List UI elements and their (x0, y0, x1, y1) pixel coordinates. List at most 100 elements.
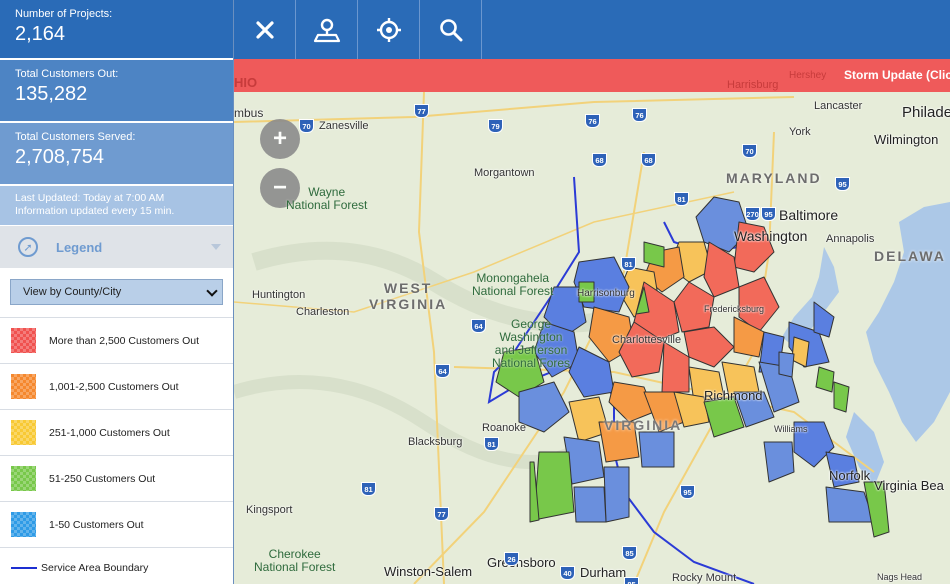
place-morgantown: Morgantown (474, 167, 535, 179)
highway-shield-icon: 81 (674, 192, 689, 206)
map-canvas (234, 92, 950, 584)
search-button[interactable] (420, 0, 482, 59)
place-charlottesville: Charlottesville (612, 334, 682, 346)
highway-shield-icon: 26 (504, 552, 519, 566)
stat-customers-out-label: Total Customers Out: (15, 68, 119, 80)
my-location-button[interactable] (358, 0, 420, 59)
last-updated-text: Last Updated: Today at 7:00 AM (15, 192, 165, 204)
close-icon (255, 20, 274, 39)
compass-icon: ➚ (18, 237, 38, 257)
place-huntington: Huntington (252, 289, 306, 301)
place-williamsburg: Williams (774, 424, 808, 434)
legend-swatch-icon (11, 420, 36, 445)
highway-shield-icon: 76 (632, 108, 647, 122)
boundary-label: Service Area Boundary (41, 562, 149, 574)
place-baltimore: Baltimore (779, 207, 839, 223)
highway-shield-icon: 68 (641, 153, 656, 167)
place-roanoke: Roanoke (482, 422, 527, 434)
forest-gw: George Washington and Jefferson National Fo… (492, 317, 571, 370)
banner-ghost-left: HIO (234, 75, 258, 90)
place-richmond: Richmond (704, 388, 763, 403)
last-updated: Last Updated: Today at 7:00 AM Informati… (0, 186, 233, 226)
highway-shield-icon: 70 (742, 144, 757, 158)
sidebar: Number of Projects: 2,164 Total Customer… (0, 0, 234, 584)
place-zanesville: Zanesville (319, 120, 369, 132)
highway-shield-icon: 95 (680, 485, 695, 499)
highway-shield-icon: 40 (560, 566, 575, 580)
view-by-select[interactable]: View by County/City (10, 279, 223, 305)
crosshair-icon (376, 17, 401, 42)
place-charleston: Charleston (296, 306, 350, 318)
highway-shield-icon: 64 (471, 319, 486, 333)
place-cherokee: Cherokee National Forest (254, 547, 336, 574)
place-norfolk: Norfolk (829, 468, 871, 483)
stat-customers-out: Total Customers Out: 135,282 (0, 60, 233, 123)
storm-update-banner[interactable]: HIO Hershey Harrisburg Storm Update (Cli… (234, 59, 950, 92)
locate-address-button[interactable] (296, 0, 358, 59)
highway-shield-icon: 270 (745, 207, 760, 221)
legend-swatch-icon (11, 466, 36, 491)
legend-item: 1-50 Customers Out (0, 502, 233, 548)
close-button[interactable] (234, 0, 296, 59)
highway-shield-icon: 68 (592, 153, 607, 167)
legend-list: More than 2,500 Customers Out 1,001-2,500… (0, 318, 233, 548)
chevron-down-icon (206, 285, 218, 297)
search-icon (439, 18, 462, 41)
place-fredericksburg: Fredericksburg (704, 304, 765, 314)
legend-item-label: More than 2,500 Customers Out (49, 334, 199, 347)
legend-item-label: 1,001-2,500 Customers Out (49, 380, 179, 393)
legend-item-label: 1-50 Customers Out (49, 518, 144, 531)
place-nags-head: Nags Head (877, 572, 923, 582)
forest-monongahela: Monongahela National Forest (472, 271, 554, 298)
place-washington: Washington (734, 228, 808, 244)
legend-swatch-icon (11, 512, 36, 537)
legend-boundary: Service Area Boundary (0, 548, 233, 584)
legend-item-label: 251-1,000 Customers Out (49, 426, 170, 439)
stat-customers-out-value: 135,282 (15, 83, 88, 105)
legend-swatch-icon (11, 328, 36, 353)
place-annapolis: Annapolis (826, 233, 875, 245)
place-kingsport: Kingsport (246, 504, 293, 516)
highway-shield-icon: 85 (624, 577, 639, 584)
stat-projects-value: 2,164 (15, 23, 66, 45)
view-by-select-value: View by County/City (23, 286, 122, 298)
legend-item: 251-1,000 Customers Out (0, 410, 233, 456)
stat-projects: Number of Projects: 2,164 (0, 0, 233, 60)
place-york: York (789, 126, 811, 138)
place-greensboro: Greensboro (487, 555, 556, 570)
legend-header[interactable]: ➚ Legend (0, 226, 233, 268)
legend-item: 1,001-2,500 Customers Out (0, 364, 233, 410)
state-label-wv: WEST VIRGINIA (369, 280, 448, 312)
place-blacksburg: Blacksburg (408, 436, 463, 448)
update-frequency-text: Information updated every 15 min. (15, 205, 175, 217)
place-columbus: mbus (234, 106, 264, 120)
top-toolbar (234, 0, 950, 59)
stat-customers-served: Total Customers Served: 2,708,754 (0, 123, 233, 186)
place-durham: Durham (580, 565, 627, 580)
boundary-line-icon (11, 567, 37, 569)
caret-down-icon (211, 244, 221, 250)
zoom-in-button[interactable]: + (260, 119, 300, 159)
place-wilmington: Wilmington (874, 132, 939, 147)
highway-shield-icon: 81 (621, 257, 636, 271)
place-rocky-mount: Rocky Mount (672, 572, 737, 584)
stat-customers-served-label: Total Customers Served: (15, 131, 136, 143)
place-virginia-beach: Virginia Bea (874, 478, 944, 493)
highway-shield-icon: 81 (484, 437, 499, 451)
legend-item: More than 2,500 Customers Out (0, 318, 233, 364)
highway-shield-icon: 77 (434, 507, 449, 521)
banner-ghost-b: Harrisburg (727, 79, 779, 91)
legend-swatch-icon (11, 374, 36, 399)
legend-item-label: 51-250 Customers Out (49, 472, 156, 485)
storm-update-text: Storm Update (Clic (843, 68, 950, 82)
outage-map[interactable]: + − WEST VIRGINIA MARYLAND DELAWA VIRGINI… (234, 92, 950, 584)
forest-wayne: Wayne National Forest (286, 185, 368, 212)
highway-shield-icon: 76 (585, 114, 600, 128)
place-philadelphia: Philade (902, 104, 950, 121)
highway-shield-icon: 85 (622, 546, 637, 560)
highway-shield-icon: 95 (761, 207, 776, 221)
state-label-va: VIRGINIA (604, 417, 683, 433)
app-root: Number of Projects: 2,164 Total Customer… (0, 0, 950, 584)
state-label-md: MARYLAND (726, 170, 822, 186)
legend-title: Legend (56, 239, 103, 255)
